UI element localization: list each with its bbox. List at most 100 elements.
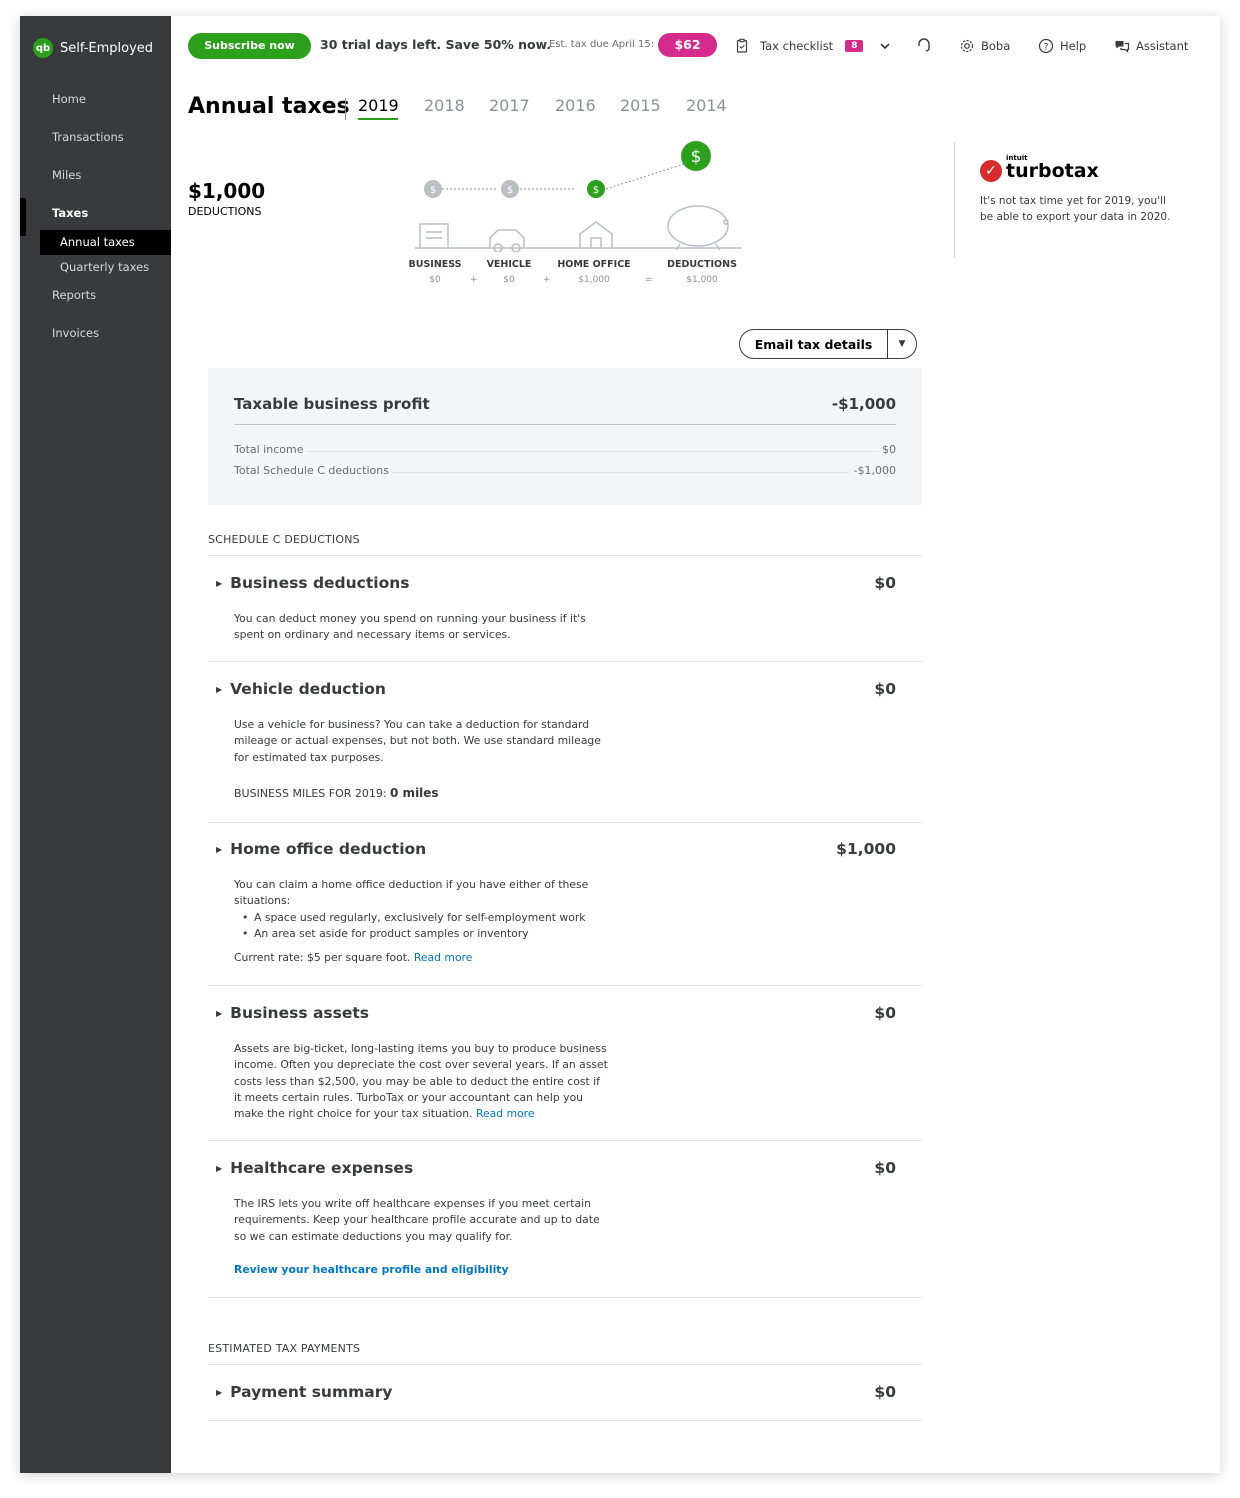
subscribe-button[interactable]: Subscribe now <box>188 33 311 59</box>
email-tax-details-label[interactable]: Email tax details <box>740 337 887 352</box>
tab-year-2019[interactable]: 2019 <box>358 96 399 115</box>
turbotax-message: It's not tax time yet for 2019, you'll b… <box>980 195 1171 223</box>
taxable-profit-card: Taxable business profit -$1,000 Total in… <box>208 368 922 505</box>
assistant-button[interactable]: Assistant <box>1114 38 1188 54</box>
chat-icon <box>1115 41 1130 53</box>
sidebar-nav: Home Transactions Miles Taxes Annual tax… <box>20 88 171 360</box>
divider <box>208 661 922 662</box>
headset-icon[interactable] <box>916 37 932 53</box>
vehicle-coin-icon: $ <box>501 180 519 198</box>
profit-row-income: Total income $0 <box>234 443 896 456</box>
page-title: Annual taxes <box>188 94 350 119</box>
payment-summary-title: Payment summary <box>230 1383 393 1401</box>
tab-year-2015[interactable]: 2015 <box>620 96 661 115</box>
profit-row-label: Total income <box>234 443 304 456</box>
home-office-amount: $1,000 <box>836 840 896 858</box>
business-miles-label: BUSINESS MILES FOR 2019: <box>234 787 387 800</box>
home-office-bullets: A space used regularly, exclusively for … <box>234 910 599 943</box>
business-deductions-amount: $0 <box>874 574 896 592</box>
help-button[interactable]: ? Help <box>1038 38 1086 54</box>
deductions-illustration: $ $ $ $ <box>415 141 742 252</box>
tab-year-2018[interactable]: 2018 <box>424 96 465 115</box>
svg-text:$: $ <box>691 147 702 167</box>
caret-right-icon: ▶ <box>216 684 223 694</box>
business-deductions-toggle[interactable]: ▶ Business deductions <box>216 574 410 592</box>
sidebar-item-invoices[interactable]: Invoices <box>20 322 171 360</box>
sidebar-item-transactions[interactable]: Transactions <box>20 126 171 164</box>
caret-right-icon: ▶ <box>216 1163 223 1173</box>
healthcare-profile-link[interactable]: Review your healthcare profile and eligi… <box>234 1262 614 1278</box>
business-assets-desc: Assets are big-ticket, long-lasting item… <box>234 1041 609 1122</box>
vehicle-deduction-toggle[interactable]: ▶ Vehicle deduction <box>216 680 386 698</box>
brand[interactable]: qb Self-Employed <box>33 38 153 58</box>
deductions-total-label: DEDUCTIONS <box>188 205 262 218</box>
caret-down-icon[interactable]: ▼ <box>888 339 916 349</box>
vehicle-deduction-desc: Use a vehicle for business? You can take… <box>234 718 601 764</box>
est-tax-label: Est. tax due April 15: <box>549 39 655 50</box>
operator-equals: = <box>645 275 653 285</box>
sidebar-item-home[interactable]: Home <box>20 88 171 126</box>
profit-row-value: -$1,000 <box>853 464 896 477</box>
business-assets-desc-text: Assets are big-ticket, long-lasting item… <box>234 1042 608 1121</box>
house-icon <box>579 221 613 248</box>
business-deductions-title: Business deductions <box>230 574 410 592</box>
turbotax-wordmark: intuit turbotax <box>1006 154 1099 182</box>
top-bar: Subscribe now 30 trial days left. Save 5… <box>171 16 1220 74</box>
qb-logo-icon: qb <box>33 38 53 58</box>
business-assets-read-more-link[interactable]: Read more <box>476 1107 535 1120</box>
tax-checklist-label: Tax checklist <box>760 39 834 53</box>
divider <box>208 985 922 986</box>
payment-summary-amount: $0 <box>874 1383 896 1401</box>
profit-row-label: Total Schedule C deductions <box>234 464 389 477</box>
step-value-vehicle: $0 <box>503 275 515 285</box>
step-value-home-office: $1,000 <box>578 275 610 285</box>
home-office-title: Home office deduction <box>230 840 427 858</box>
caret-right-icon: ▶ <box>216 844 223 854</box>
healthcare-toggle[interactable]: ▶ Healthcare expenses <box>216 1159 413 1177</box>
home-office-rate-text: Current rate: $5 per square foot. <box>234 951 411 965</box>
gear-icon <box>960 39 974 53</box>
business-miles-value: 0 miles <box>390 786 439 800</box>
home-office-desc: You can claim a home office deduction if… <box>234 877 599 966</box>
dot-leader <box>392 464 850 473</box>
app-window: qb Self-Employed Home Transactions Miles… <box>20 16 1220 1473</box>
payment-summary-toggle[interactable]: ▶ Payment summary <box>216 1383 392 1401</box>
dot-leader <box>307 443 878 452</box>
tab-year-2014[interactable]: 2014 <box>686 96 727 115</box>
turbotax-name: turbotax <box>1006 160 1099 182</box>
caret-right-icon: ▶ <box>216 578 223 588</box>
business-deductions-desc: You can deduct money you spend on runnin… <box>234 612 586 642</box>
home-office-read-more-link[interactable]: Read more <box>414 951 473 964</box>
profit-row-value: $0 <box>882 443 896 456</box>
sidebar-item-miles[interactable]: Miles <box>20 164 171 202</box>
svg-text:?: ? <box>1044 42 1049 52</box>
divider <box>208 1420 922 1421</box>
business-miles-row: BUSINESS MILES FOR 2019: 0 miles <box>234 785 614 802</box>
tab-year-2016[interactable]: 2016 <box>555 96 596 115</box>
home-office-desc-text: You can claim a home office deduction if… <box>234 878 589 908</box>
clipboard-icon <box>736 38 748 53</box>
active-tab-underline <box>358 118 398 120</box>
business-assets-amount: $0 <box>874 1004 896 1022</box>
help-label: Help <box>1060 39 1087 53</box>
divider <box>208 1297 922 1298</box>
tax-checklist[interactable]: Tax checklist 8 <box>734 38 893 54</box>
email-tax-details-button[interactable]: Email tax details ▼ <box>739 329 917 359</box>
business-assets-toggle[interactable]: ▶ Business assets <box>216 1004 369 1022</box>
chevron-down-icon[interactable] <box>877 38 893 54</box>
help-icon: ? <box>1038 38 1054 54</box>
sidebar-subitem-quarterly-taxes[interactable]: Quarterly taxes <box>20 255 171 280</box>
user-menu[interactable]: Boba <box>959 38 1010 54</box>
healthcare-desc: The IRS lets you write off healthcare ex… <box>234 1197 600 1243</box>
home-office-toggle[interactable]: ▶ Home office deduction <box>216 840 426 858</box>
sidebar-item-reports[interactable]: Reports <box>20 284 171 322</box>
tab-year-2017[interactable]: 2017 <box>489 96 530 115</box>
piggy-bank-icon <box>667 205 729 251</box>
list-item: An area set aside for product samples or… <box>242 926 599 943</box>
turbotax-check-icon: ✓ <box>980 160 1002 182</box>
est-tax-value[interactable]: $62 <box>658 33 717 57</box>
brand-name: Self-Employed <box>60 40 154 56</box>
user-name: Boba <box>981 39 1011 53</box>
sidebar-subitem-annual-taxes[interactable]: Annual taxes <box>40 230 171 255</box>
sidebar-item-taxes[interactable]: Taxes <box>20 198 171 236</box>
